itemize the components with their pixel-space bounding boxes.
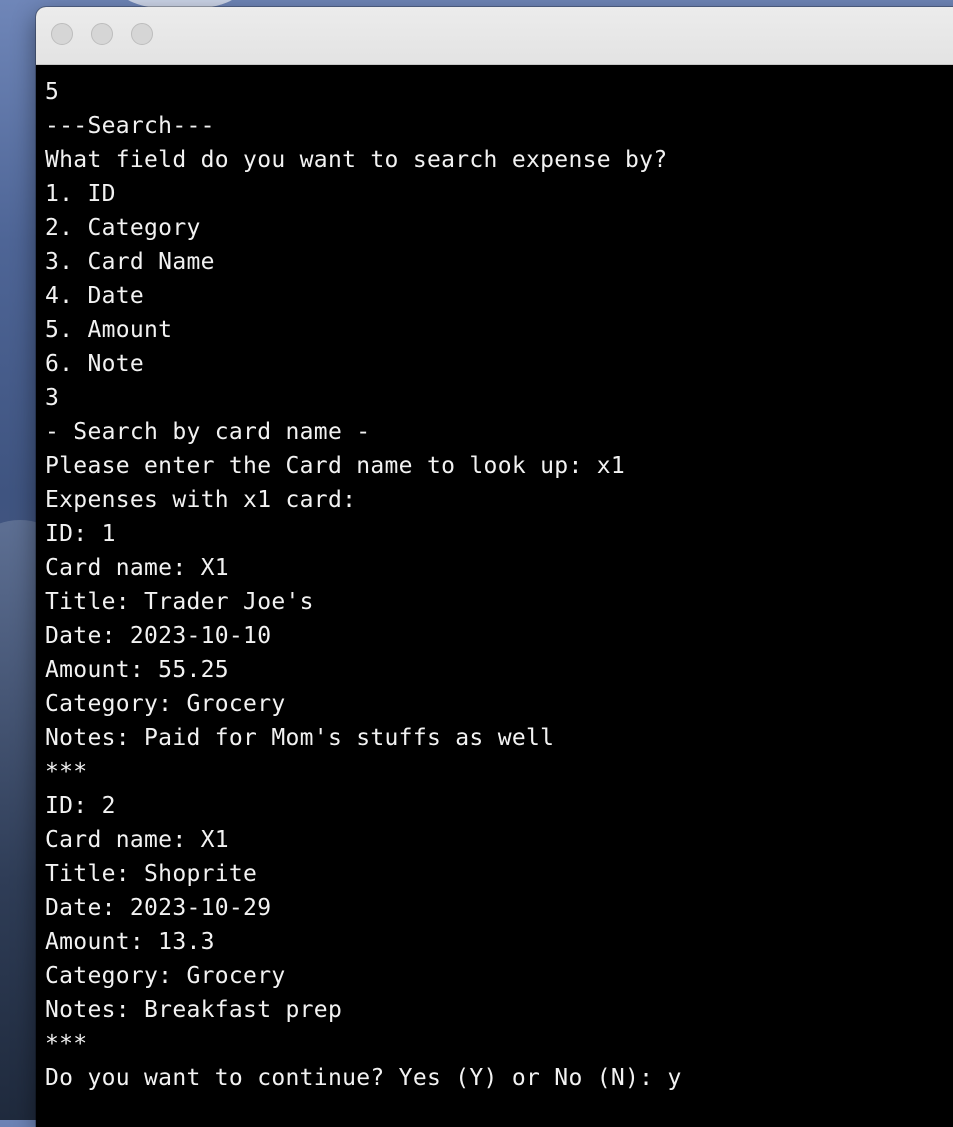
terminal-line: 6. Note [45,351,145,377]
terminal-window[interactable]: 5 ---Search--- What field do you want to… [36,7,953,1127]
close-icon[interactable] [51,23,73,45]
terminal-line: ID: 1 [45,521,116,547]
terminal-line: Amount: 13.3 [45,929,215,955]
terminal-line: Date: 2023-10-10 [45,623,272,649]
terminal-line: 2. Category [45,215,201,241]
terminal-line: 4. Date [45,283,145,309]
terminal-line: Category: Grocery [45,691,286,717]
terminal-line: 3. Card Name [45,249,215,275]
terminal-line: 1. ID [45,181,116,207]
terminal-line: Category: Grocery [45,963,286,989]
window-titlebar[interactable] [36,7,953,65]
terminal-line: Notes: Breakfast prep [45,997,343,1023]
terminal-output[interactable]: 5 ---Search--- What field do you want to… [36,65,953,1127]
terminal-line: ---Search--- [45,113,215,139]
terminal-line: Notes: Paid for Mom's stuffs as well [45,725,555,751]
terminal-line: - Search by card name - [45,419,371,445]
terminal-line: 5 [45,79,60,105]
zoom-icon[interactable] [131,23,153,45]
terminal-line: Card name: X1 [45,555,229,581]
terminal-line: Title: Shoprite [45,861,258,887]
terminal-line: 3 [45,385,60,411]
terminal-line: *** [45,759,88,785]
terminal-prompt-line[interactable]: Do you want to continue? Yes (Y) or No (… [45,1061,953,1095]
terminal-line: What field do you want to search expense… [45,147,668,173]
terminal-line: 5. Amount [45,317,173,343]
terminal-line: Expenses with x1 card: [45,487,357,513]
terminal-line: *** [45,1031,88,1057]
terminal-line: Card name: X1 [45,827,229,853]
terminal-line: Please enter the Card name to look up: x… [45,453,626,479]
terminal-line: Title: Trader Joe's [45,589,314,615]
terminal-line: Date: 2023-10-29 [45,895,272,921]
terminal-line: ID: 2 [45,793,116,819]
minimize-icon[interactable] [91,23,113,45]
terminal-line: Amount: 55.25 [45,657,229,683]
